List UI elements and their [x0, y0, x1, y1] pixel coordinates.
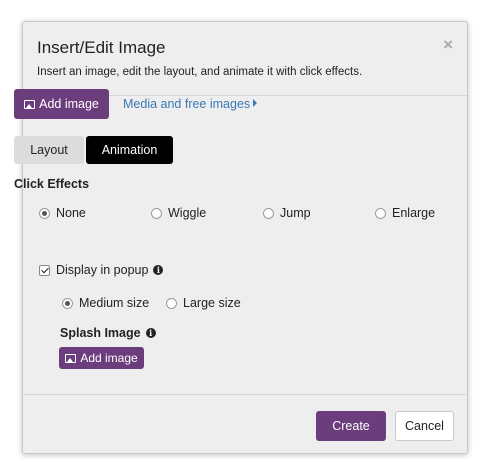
- tab-animation[interactable]: Animation: [86, 136, 173, 164]
- info-icon[interactable]: i: [153, 265, 164, 275]
- caret-right-icon: [253, 99, 258, 107]
- create-button[interactable]: Create: [316, 411, 386, 441]
- splash-add-image-button[interactable]: Add image: [59, 347, 144, 369]
- cancel-button[interactable]: Cancel: [395, 411, 454, 441]
- media-and-free-images-link[interactable]: Media and free images: [123, 97, 258, 111]
- radio-button[interactable]: [375, 207, 386, 219]
- radio-button[interactable]: [263, 207, 274, 219]
- insert-edit-image-dialog: Insert/Edit Image Insert an image, edit …: [22, 21, 468, 454]
- info-icon[interactable]: i: [145, 328, 156, 338]
- radio-button[interactable]: [151, 207, 162, 219]
- radio-wiggle[interactable]: Wiggle: [151, 206, 206, 220]
- close-icon[interactable]: ×: [443, 36, 453, 53]
- tab-layout[interactable]: Layout: [14, 136, 84, 164]
- image-icon: [65, 353, 77, 363]
- checkbox[interactable]: [39, 264, 50, 276]
- media-link-label: Media and free images: [123, 97, 251, 111]
- splash-add-image-label: Add image: [80, 351, 138, 365]
- radio-none[interactable]: None: [39, 206, 86, 220]
- splash-image-label: Splash Image: [60, 326, 141, 340]
- display-in-popup-label: Display in popup: [56, 263, 149, 277]
- radio-label: Medium size: [79, 296, 150, 310]
- radio-label: Wiggle: [168, 206, 207, 220]
- image-icon: [24, 99, 36, 109]
- radio-label: Enlarge: [392, 206, 436, 220]
- radio-medium-size[interactable]: Medium size: [62, 296, 149, 310]
- add-image-button-label: Add image: [39, 97, 99, 111]
- splash-image-title: Splash Image i: [60, 326, 156, 340]
- radio-label: Jump: [280, 206, 311, 220]
- add-image-button[interactable]: Add image: [14, 89, 109, 119]
- radio-button[interactable]: [39, 207, 50, 219]
- dialog-footer-divider: [22, 394, 468, 395]
- radio-label: Large size: [183, 296, 241, 310]
- click-effects-title: Click Effects: [14, 177, 90, 191]
- radio-button[interactable]: [62, 297, 73, 309]
- display-in-popup-checkbox[interactable]: Display in popup i: [39, 263, 164, 277]
- radio-label: None: [56, 206, 86, 220]
- dialog-title: Insert/Edit Image: [37, 38, 166, 57]
- radio-large-size[interactable]: Large size: [166, 296, 241, 310]
- radio-enlarge[interactable]: Enlarge: [375, 206, 435, 220]
- dialog-header: Insert/Edit Image Insert an image, edit …: [23, 22, 467, 96]
- radio-jump[interactable]: Jump: [263, 206, 311, 220]
- radio-button[interactable]: [166, 297, 177, 309]
- dialog-subtitle: Insert an image, edit the layout, and an…: [37, 66, 363, 78]
